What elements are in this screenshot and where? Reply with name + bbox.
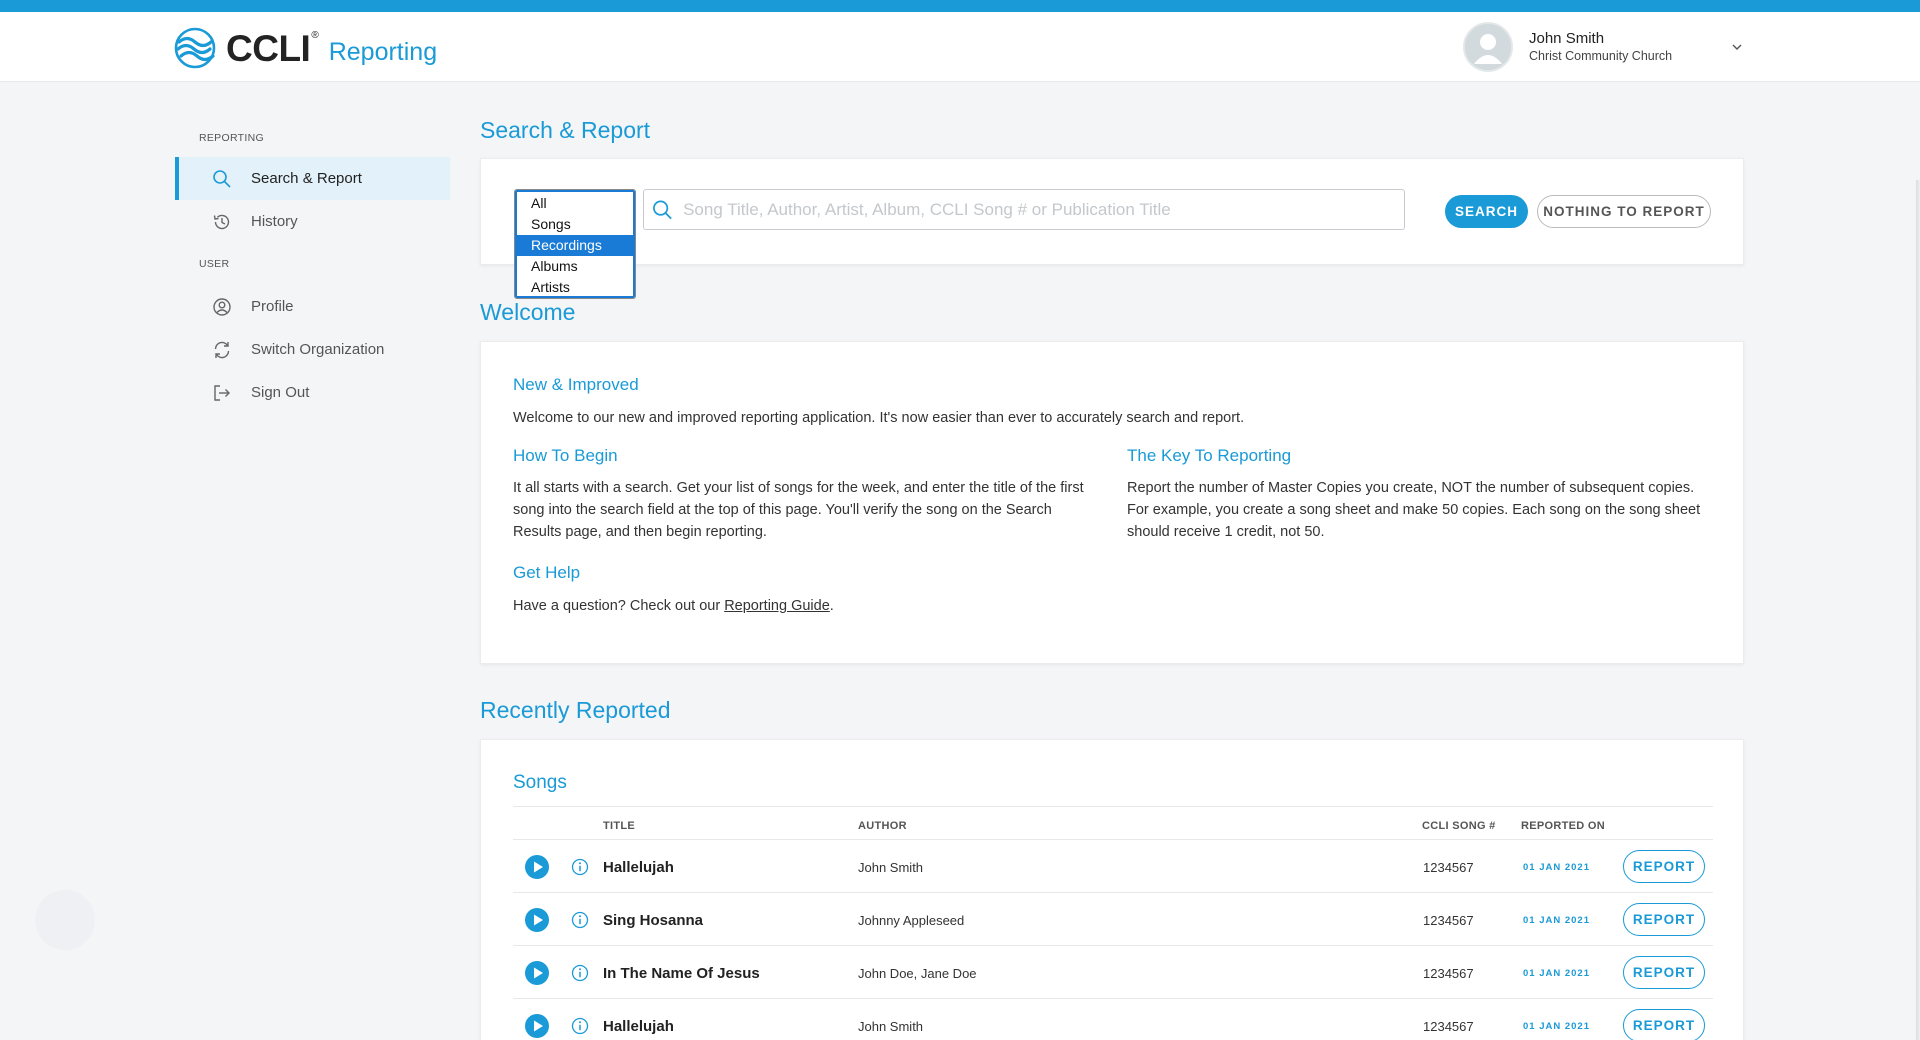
logo-registered-mark: ® [311, 30, 319, 41]
search-icon [653, 200, 672, 219]
column-header-author: AUTHOR [858, 820, 907, 832]
play-icon[interactable] [525, 961, 549, 985]
app-name: Reporting [328, 37, 438, 66]
table-row: Hallelujah John Smith 1234567 01 JAN 202… [513, 998, 1713, 1040]
welcome-text-new: Welcome to our new and improved reportin… [513, 410, 1245, 426]
reported-date: 01 JAN 2021 [1523, 968, 1590, 979]
floating-help-bubble[interactable] [35, 890, 95, 950]
song-title: Hallelujah [603, 859, 674, 876]
sidebar-item-search-report[interactable]: Search & Report [175, 157, 450, 200]
search-button[interactable]: SEARCH [1445, 195, 1528, 228]
listbox-option-albums[interactable]: Albums [517, 256, 633, 277]
sidebar-item-history[interactable]: History [175, 200, 450, 243]
brand-logo[interactable]: CCLI ® Reporting [173, 26, 437, 70]
help-text-suffix: . [829, 598, 834, 614]
song-title: In The Name Of Jesus [603, 965, 760, 982]
avatar [1463, 22, 1513, 72]
page-scroll-edge [1916, 180, 1920, 1040]
section-title-search-report: Search & Report [480, 117, 651, 143]
table-row: Sing Hosanna Johnny Appleseed 1234567 01… [513, 892, 1713, 945]
song-number: 1234567 [1423, 1019, 1474, 1034]
sidebar-heading-user: USER [199, 258, 230, 270]
sign-out-icon [211, 382, 233, 404]
search-icon [211, 168, 233, 190]
reported-date: 01 JAN 2021 [1523, 862, 1590, 873]
app-header: CCLI ® Reporting John Smith Christ Commu… [0, 12, 1920, 82]
info-icon[interactable] [571, 911, 589, 929]
sidebar-item-label: Search & Report [251, 170, 362, 187]
column-header-reported-on: REPORTED ON [1521, 820, 1605, 832]
reported-date: 01 JAN 2021 [1523, 1021, 1590, 1032]
info-icon[interactable] [571, 1017, 589, 1035]
welcome-heading-begin: How To Begin [513, 446, 618, 465]
song-author: John Smith [858, 860, 924, 875]
logo-wordmark: CCLI [226, 27, 311, 69]
songs-subtitle: Songs [513, 772, 567, 793]
sidebar-item-switch-organization[interactable]: Switch Organization [175, 328, 450, 371]
report-button[interactable]: REPORT [1623, 1009, 1705, 1040]
search-input[interactable] [683, 199, 1404, 220]
song-number: 1234567 [1423, 860, 1474, 875]
sidebar-item-label: History [251, 213, 298, 230]
welcome-heading-new: New & Improved [513, 375, 639, 394]
user-organization: Christ Community Church [1529, 49, 1673, 63]
chevron-down-icon[interactable] [1731, 41, 1743, 53]
user-silhouette-icon [1465, 24, 1511, 70]
table-row: In The Name Of Jesus John Doe, Jane Doe … [513, 945, 1713, 998]
info-icon[interactable] [571, 858, 589, 876]
switch-icon [211, 339, 233, 361]
section-title-recently-reported: Recently Reported [480, 697, 671, 723]
song-title: Hallelujah [603, 1018, 674, 1035]
song-author: John Smith [858, 1019, 924, 1034]
sidebar-item-label: Profile [251, 298, 294, 315]
search-field[interactable] [643, 189, 1405, 230]
play-icon[interactable] [525, 908, 549, 932]
play-icon[interactable] [525, 1014, 549, 1038]
song-number: 1234567 [1423, 966, 1474, 981]
table-top-divider [513, 806, 1713, 807]
welcome-text-begin: It all starts with a search. Get your li… [513, 480, 1084, 540]
search-card: All Songs Recordings Albums Artists SEAR… [480, 158, 1744, 299]
song-title: Sing Hosanna [603, 912, 704, 929]
song-author: Johnny Appleseed [858, 913, 965, 928]
section-title-welcome: Welcome [480, 299, 576, 325]
play-icon[interactable] [525, 855, 549, 879]
report-button[interactable]: REPORT [1623, 850, 1705, 883]
welcome-text-help: Have a question? Check out our Reporting… [513, 595, 1713, 617]
user-name: John Smith [1529, 30, 1605, 47]
song-number: 1234567 [1423, 913, 1474, 928]
sidebar-item-sign-out[interactable]: Sign Out [175, 371, 450, 414]
song-author: John Doe, Jane Doe [858, 966, 977, 981]
search-type-listbox[interactable]: All Songs Recordings Albums Artists [514, 189, 636, 299]
listbox-option-artists[interactable]: Artists [517, 277, 633, 298]
history-icon [211, 211, 233, 233]
user-menu[interactable]: John Smith Christ Community Church [1463, 21, 1743, 73]
sidebar-item-label: Switch Organization [251, 341, 385, 358]
info-icon[interactable] [571, 964, 589, 982]
welcome-heading-key: The Key To Reporting [1127, 446, 1292, 465]
reporting-guide-link[interactable]: Reporting Guide [724, 598, 830, 614]
recent-songs-card: Songs TITLE AUTHOR CCLI SONG # REPORTED … [480, 739, 1744, 1040]
sidebar-heading-reporting: REPORTING [199, 132, 264, 144]
listbox-option-all[interactable]: All [517, 193, 633, 214]
table-row: Hallelujah John Smith 1234567 01 JAN 202… [513, 839, 1713, 892]
help-text-prefix: Have a question? Check out our [513, 598, 725, 614]
report-button[interactable]: REPORT [1623, 903, 1705, 936]
column-header-title: TITLE [603, 820, 636, 832]
welcome-text-key: Report the number of Master Copies you c… [1127, 480, 1701, 540]
profile-icon [211, 296, 233, 318]
sidebar-item-profile[interactable]: Profile [175, 285, 450, 328]
report-button[interactable]: REPORT [1623, 956, 1705, 989]
nothing-to-report-button[interactable]: NOTHING TO REPORT [1537, 195, 1711, 228]
welcome-heading-help: Get Help [513, 563, 581, 582]
column-header-song-number: CCLI SONG # [1422, 820, 1496, 832]
reported-date: 01 JAN 2021 [1523, 915, 1590, 926]
top-accent-bar [0, 0, 1920, 12]
listbox-option-songs[interactable]: Songs [517, 214, 633, 235]
sidebar-item-label: Sign Out [251, 384, 310, 401]
welcome-card: New & Improved Welcome to our new and im… [480, 341, 1744, 664]
ccli-wave-icon [174, 27, 216, 69]
listbox-option-recordings[interactable]: Recordings [517, 235, 633, 256]
